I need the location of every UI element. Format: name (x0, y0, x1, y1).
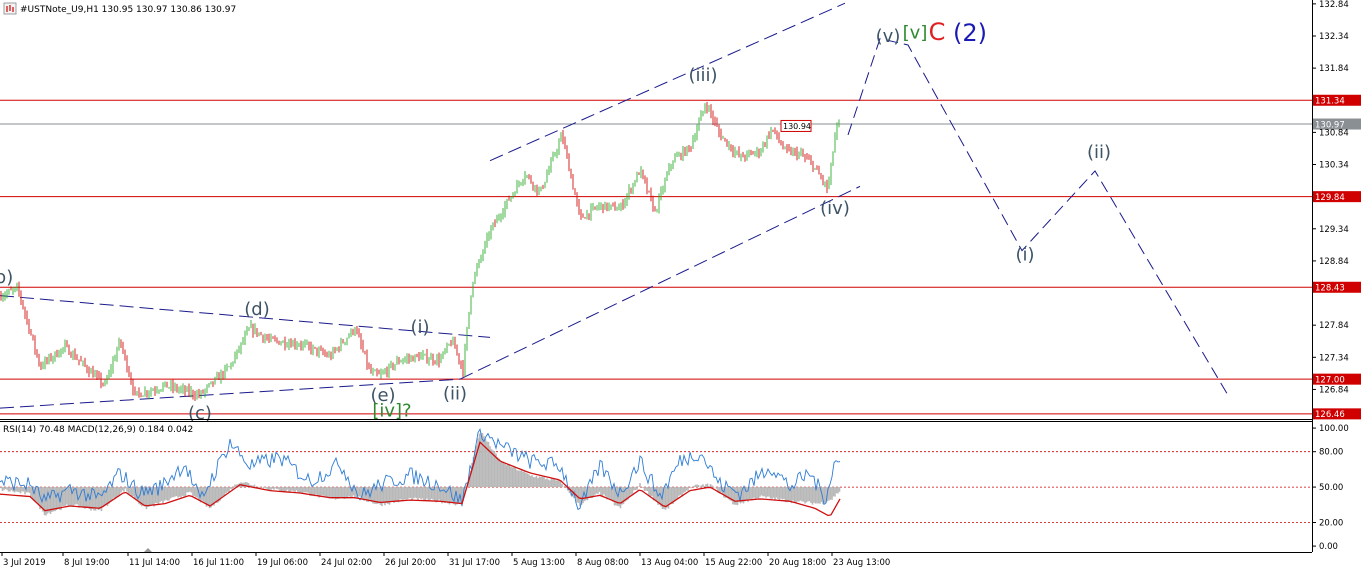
indicator-header-text: RSI(14) 70.48 MACD(12,26,9) 0.184 0.042 (3, 425, 193, 435)
price-tick-label-7: 127.84 (1319, 321, 1349, 331)
time-tick-label-4: 19 Jul 06:00 (257, 558, 308, 568)
wave-label-10: [v] (903, 23, 928, 44)
price-tick-label-6: 128.84 (1319, 257, 1349, 267)
wave-label-2: (c) (188, 403, 212, 424)
level-label-4: 127.00 (1315, 375, 1345, 385)
time-tick-label-7: 31 Jul 17:00 (449, 558, 500, 568)
time-tick-label-12: 20 Aug 18:00 (769, 558, 826, 568)
level-label-2: 129.84 (1315, 193, 1345, 203)
level-label-5: 126.46 (1315, 410, 1345, 420)
indicator-tick-label-0: 100.00 (1319, 424, 1349, 434)
level-label-3: 128.43 (1315, 284, 1345, 294)
time-tick-label-9: 8 Aug 08:00 (577, 558, 629, 568)
symbol-header: #USTNote_U9,H1 130.95 130.97 130.86 130.… (3, 2, 236, 15)
wave-label-13: (i) (1015, 244, 1034, 265)
price-tick-label-3: 130.84 (1319, 128, 1349, 138)
indicator-tick-label-4: 0.00 (1319, 542, 1338, 552)
price-tick-label-9: 126.84 (1319, 385, 1349, 395)
time-tick-label-11: 15 Aug 22:00 (705, 558, 762, 568)
time-tick-label-5: 24 Jul 02:00 (321, 558, 372, 568)
indicator-tick-label-3: 20.00 (1319, 518, 1343, 528)
indicator-tick-label-1: 80.00 (1319, 448, 1343, 458)
symbol-header-text: #USTNote_U9,H1 130.95 130.97 130.86 130.… (20, 5, 236, 15)
time-tick-label-13: 23 Aug 13:00 (833, 558, 890, 568)
indicator-tick-label-2: 50.00 (1319, 483, 1343, 493)
time-tick-label-6: 26 Jul 20:00 (385, 558, 436, 568)
time-tick-label-0: 3 Jul 2019 (3, 558, 46, 568)
wave-label-5: (i) (410, 317, 429, 338)
wave-label-9: (v) (876, 26, 901, 47)
wave-label-0: b) (0, 267, 13, 288)
wave-label-6: (ii) (443, 384, 467, 405)
wave-label-12: (2) (953, 19, 987, 47)
level-label-0: 131.34 (1315, 97, 1345, 107)
time-tick-label-10: 13 Aug 04:00 (641, 558, 698, 568)
price-tick-label-0: 132.84 (1319, 0, 1349, 10)
chart-window: 130.94 b)(d)(c)(e)[iv]?(i)(ii)(iii)(iv)(… (0, 0, 1362, 574)
time-tick-label-8: 5 Aug 13:00 (513, 558, 565, 568)
wave-label-11: C (929, 18, 946, 46)
price-tick-label-2: 131.84 (1319, 64, 1349, 74)
wave-label-14: (ii) (1087, 142, 1111, 163)
time-tick-label-2: 11 Jul 14:00 (129, 558, 180, 568)
time-tick-label-3: 16 Jul 11:00 (193, 558, 244, 568)
price-tick-label-8: 127.34 (1319, 353, 1349, 363)
wave-label-4: [iv]? (372, 400, 411, 421)
time-tick-label-1: 8 Jul 19:00 (64, 558, 110, 568)
price-tick-label-5: 129.34 (1319, 225, 1349, 235)
wave-label-7: (iii) (688, 65, 717, 86)
wave-label-1: (d) (244, 299, 269, 320)
price-tick-label-4: 130.34 (1319, 161, 1349, 171)
price-tick-label-1: 132.34 (1319, 32, 1349, 42)
price-tag-label: 130.94 (783, 122, 811, 131)
wave-label-8: (iv) (820, 198, 850, 219)
price-tag: 130.94 (780, 119, 812, 132)
